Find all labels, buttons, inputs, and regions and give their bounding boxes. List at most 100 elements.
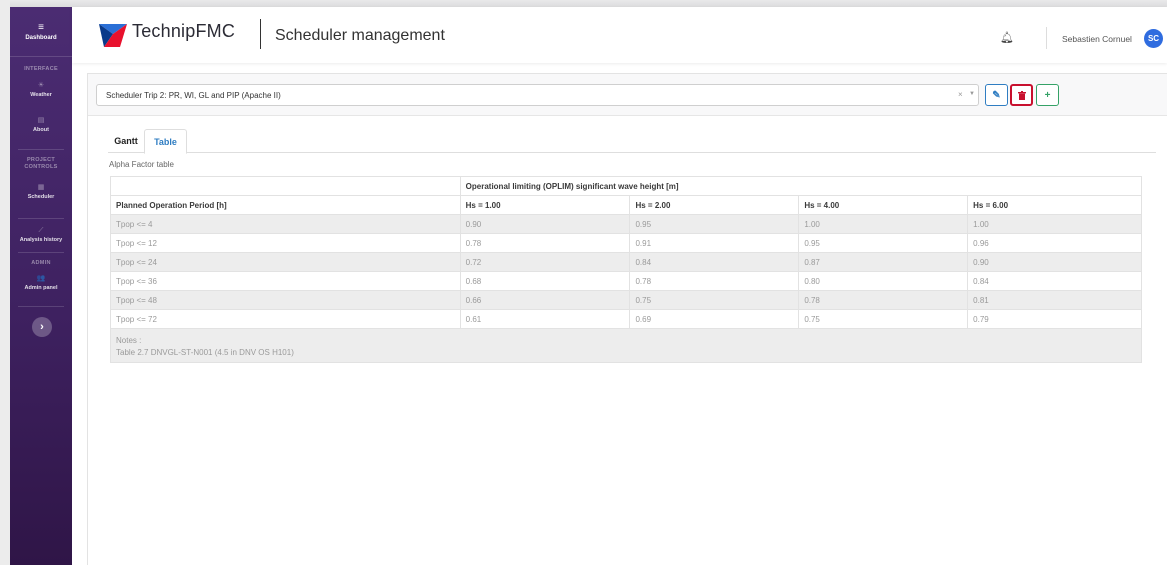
sidebar-divider — [18, 252, 64, 253]
sidebar-item-dashboard[interactable]: ≡ Dashboard — [10, 7, 72, 57]
tab-table[interactable]: Table — [144, 129, 187, 154]
table-cell: 0.84 — [967, 271, 1142, 291]
menu-icon: ≡ — [38, 21, 44, 33]
sidebar-item-label: Weather — [30, 92, 52, 98]
view-tabs: Gantt Table — [108, 129, 1156, 154]
delete-button[interactable] — [1010, 84, 1033, 106]
table-cell: 0.78 — [459, 233, 631, 253]
sidebar-section-interface: INTERFACE — [24, 66, 58, 72]
tab-gantt[interactable]: Gantt — [108, 129, 144, 153]
table-cell: 0.81 — [967, 290, 1142, 310]
sidebar-item-label: Analysis history — [19, 237, 63, 243]
table-cell: 0.87 — [798, 252, 969, 272]
book-icon: ▤ — [37, 117, 45, 124]
pencil-icon: ✎ — [992, 89, 1001, 101]
clear-icon[interactable]: × — [958, 90, 963, 99]
column-header: Hs = 1.00 — [459, 195, 631, 215]
sidebar-divider — [18, 218, 64, 219]
sidebar-item-label: About — [33, 127, 49, 133]
sidebar-item-about[interactable]: ▤ About — [10, 117, 72, 133]
table-cell: 0.72 — [459, 252, 631, 272]
sidebar-item-weather[interactable]: ☀ Weather — [10, 82, 72, 98]
topbar: TechnipFMC Scheduler management 🔔︎ Sebas… — [72, 7, 1167, 63]
table-row: Tpop <= 48 0.66 0.75 0.78 0.81 — [110, 290, 1142, 310]
sidebar-section-project-controls: PROJECT CONTROLS — [24, 157, 58, 170]
scheduler-selector-bar: Scheduler Trip 2: PR, WI, GL and PIP (Ap… — [88, 74, 1167, 116]
sidebar-item-label: Dashboard — [25, 34, 57, 41]
column-header: Hs = 6.00 — [967, 195, 1142, 215]
row-label: Tpop <= 36 — [110, 271, 461, 291]
topbar-separator — [1046, 27, 1047, 49]
row-label: Tpop <= 48 — [110, 290, 461, 310]
table-cell: 0.91 — [629, 233, 800, 253]
row-label: Tpop <= 72 — [110, 309, 461, 329]
plus-icon: + — [1044, 89, 1051, 101]
sidebar-toggle-button[interactable]: › — [32, 317, 52, 337]
chevron-right-icon: › — [40, 321, 44, 333]
brand-separator — [260, 19, 261, 49]
chevron-down-icon[interactable]: ▼ — [969, 91, 975, 97]
table-row: Tpop <= 12 0.78 0.91 0.95 0.96 — [110, 233, 1142, 253]
table-cell: 0.96 — [967, 233, 1142, 253]
table-notes-row: Notes : Table 2.7 DNVGL-ST-N001 (4.5 in … — [110, 328, 1142, 363]
table-cell: 0.95 — [629, 214, 800, 234]
chart-line-icon: ⟋ — [38, 227, 44, 234]
table-cell: 0.68 — [459, 271, 631, 291]
table-cell: 0.78 — [629, 271, 800, 291]
scheduler-select-value: Scheduler Trip 2: PR, WI, GL and PIP (Ap… — [106, 91, 281, 100]
table-row: Tpop <= 36 0.68 0.78 0.80 0.84 — [110, 271, 1142, 291]
table-notes: Notes : Table 2.7 DNVGL-ST-N001 (4.5 in … — [110, 328, 1142, 363]
alpha-factor-table: Operational limiting (OPLIM) significant… — [110, 176, 1143, 363]
sidebar-item-admin-panel[interactable]: 👥 Admin panel — [10, 275, 72, 291]
table-header-row: Planned Operation Period [h] Hs = 1.00 H… — [110, 195, 1142, 215]
table-cell: 0.79 — [967, 309, 1142, 329]
table-cell: 0.84 — [629, 252, 800, 272]
scheduler-select[interactable]: Scheduler Trip 2: PR, WI, GL and PIP (Ap… — [96, 84, 979, 106]
table-cell: 0.75 — [798, 309, 969, 329]
table-cell: 1.00 — [798, 214, 969, 234]
add-button[interactable]: + — [1036, 84, 1059, 106]
sidebar-item-analysis-history[interactable]: ⟋ Analysis history — [10, 227, 72, 243]
table-cell: 0.90 — [967, 252, 1142, 272]
calendar-icon: ▦ — [37, 184, 45, 191]
table-cell: 0.61 — [459, 309, 631, 329]
table-cell: 0.90 — [459, 214, 631, 234]
edit-button[interactable]: ✎ — [985, 84, 1008, 106]
notes-text: Table 2.7 DNVGL-ST-N001 (4.5 in DNV OS H… — [116, 347, 294, 357]
table-row: Tpop <= 72 0.61 0.69 0.75 0.79 — [110, 309, 1142, 329]
table-row: Tpop <= 24 0.72 0.84 0.87 0.90 — [110, 252, 1142, 272]
sidebar-item-label: Scheduler — [27, 194, 55, 200]
sidebar-item-scheduler[interactable]: ▦ Scheduler — [10, 184, 72, 200]
avatar[interactable]: SC — [1144, 29, 1163, 48]
table-cell: 0.69 — [629, 309, 800, 329]
sidebar-item-label: Admin panel — [24, 285, 58, 291]
page-title: Scheduler management — [275, 27, 445, 44]
brand-name: TechnipFMC — [132, 21, 236, 41]
sun-icon: ☀ — [37, 82, 45, 89]
group-header: Operational limiting (OPLIM) significant… — [459, 176, 1143, 196]
table-cell: 0.66 — [459, 290, 631, 310]
users-icon: 👥 — [36, 275, 46, 282]
table-cell: 1.00 — [967, 214, 1142, 234]
bell-icon[interactable]: 🔔︎ — [1000, 31, 1014, 44]
table-caption: Alpha Factor table — [109, 160, 174, 169]
column-header: Hs = 4.00 — [798, 195, 969, 215]
table-cell: 0.80 — [798, 271, 969, 291]
column-header: Hs = 2.00 — [629, 195, 800, 215]
row-header: Planned Operation Period [h] — [110, 195, 461, 215]
sidebar-section-admin: ADMIN — [31, 260, 51, 266]
table-header-group-row: Operational limiting (OPLIM) significant… — [110, 176, 1143, 196]
table-row: Tpop <= 4 0.90 0.95 1.00 1.00 — [110, 214, 1142, 234]
main-panel: Scheduler Trip 2: PR, WI, GL and PIP (Ap… — [87, 73, 1167, 565]
table-cell: 0.78 — [798, 290, 969, 310]
sidebar-divider — [18, 306, 64, 307]
sidebar-divider — [18, 149, 64, 150]
window-frame-top — [0, 0, 1167, 7]
trash-icon — [1017, 90, 1026, 100]
sidebar: ≡ Dashboard INTERFACE ☀ Weather ▤ About … — [10, 7, 72, 565]
technipfmc-logo — [99, 24, 127, 47]
notes-title: Notes : — [116, 335, 142, 345]
row-label: Tpop <= 4 — [110, 214, 461, 234]
header-empty-cell — [110, 176, 461, 196]
user-name[interactable]: Sebastien Cornuel — [1062, 34, 1132, 44]
